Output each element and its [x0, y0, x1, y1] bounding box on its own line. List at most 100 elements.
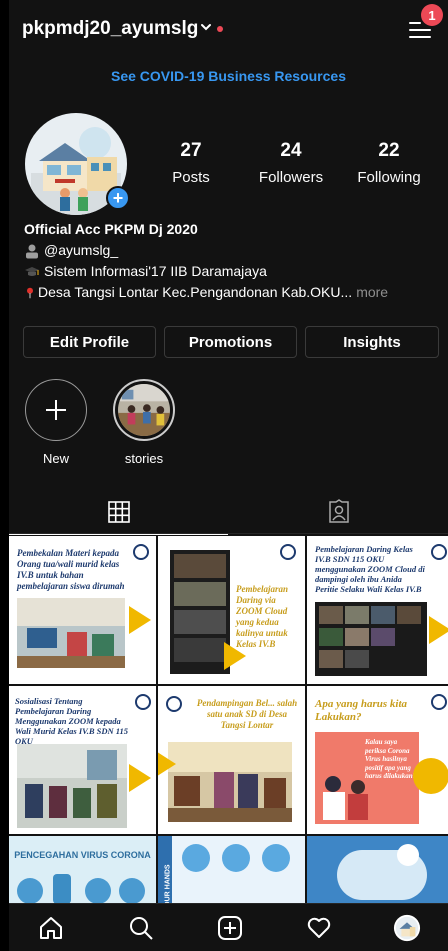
- bio-line-handle: @ayumslg_: [24, 240, 388, 261]
- school-logo-icon: [166, 696, 182, 712]
- bottom-navigation: [9, 903, 448, 951]
- highlight-label-new: New: [42, 451, 69, 466]
- hand-wash-icon: [17, 878, 43, 904]
- home-icon: [40, 917, 62, 939]
- virus-icon: [119, 878, 145, 904]
- play-arrow-decoration: [158, 750, 176, 778]
- post-thumbnail[interactable]: Pembelajaran Daring via ZOOM Cloud yang …: [158, 536, 305, 684]
- following-label: Following: [357, 169, 421, 186]
- edit-profile-button[interactable]: Edit Profile: [23, 326, 156, 358]
- nav-activity[interactable]: [305, 914, 333, 942]
- promotions-button[interactable]: Promotions: [164, 326, 297, 358]
- covid-resources-link[interactable]: See COVID-19 Business Resources: [9, 68, 448, 84]
- zoom-call-screenshot: [170, 550, 230, 674]
- followers-label: Followers: [258, 169, 324, 186]
- posts-stat[interactable]: 27 Posts: [159, 140, 223, 186]
- post-photo: [17, 744, 127, 828]
- post-caption: Sosialisasi Tentang Pembelajaran Daring …: [15, 696, 129, 746]
- post-thumbnail[interactable]: Pembekalan Materi kepada Orang tua/wali …: [9, 536, 156, 684]
- profile-avatar-icon: [393, 914, 421, 942]
- bio-more-link[interactable]: more: [356, 282, 388, 303]
- sanitizer-icon: [53, 874, 71, 904]
- bio-handle: @ayumslg_: [44, 242, 119, 258]
- chevron-down-icon[interactable]: [199, 20, 213, 34]
- plus-icon: [46, 400, 66, 420]
- posts-label: Posts: [172, 169, 210, 186]
- hand-wash-icon: [222, 844, 250, 872]
- bio-education: Sistem Informasi'17 IIB Daramajaya: [44, 263, 267, 279]
- bio-location: Desa Tangsi Lontar Kec.Pengandonan Kab.O…: [38, 284, 353, 300]
- unread-dot: [217, 26, 223, 32]
- graduation-cap-icon: [25, 266, 39, 276]
- following-count: 22: [378, 140, 400, 161]
- highlight-label-stories: stories: [124, 451, 164, 466]
- play-arrow-decoration: [129, 606, 151, 634]
- stories-thumbnail: [118, 384, 170, 436]
- nav-profile[interactable]: [393, 914, 421, 942]
- heart-icon: [307, 917, 331, 938]
- post-photo: [17, 598, 125, 668]
- followers-count: 24: [280, 140, 302, 161]
- nav-search[interactable]: [127, 914, 155, 942]
- highlight-new[interactable]: New: [23, 379, 89, 466]
- tab-grid[interactable]: [9, 490, 228, 535]
- post-subtext: Kalau saya periksa Corona Virus hasilnya…: [365, 738, 417, 780]
- profile-bio: Official Acc PKPM Dj 2020 @ayumslg_ Sist…: [24, 219, 388, 303]
- pin-icon: [27, 287, 33, 298]
- nav-create[interactable]: [216, 914, 244, 942]
- search-icon: [130, 917, 153, 940]
- tab-tagged[interactable]: [229, 490, 448, 534]
- bio-line-location: Desa Tangsi Lontar Kec.Pengandonan Kab.O…: [24, 282, 388, 303]
- followers-stat[interactable]: 24 Followers: [249, 140, 333, 186]
- hand-wash-icon: [182, 844, 210, 872]
- post-illustration: Kalau saya periksa Corona Virus hasilnya…: [315, 732, 419, 824]
- active-tab-indicator: [9, 534, 228, 535]
- post-caption: Apa yang harus kita Lakukan?: [315, 698, 407, 723]
- profile-tabs: [9, 490, 448, 535]
- hamburger-line: [409, 29, 431, 31]
- post-photo: [168, 742, 292, 822]
- school-logo-icon: [133, 544, 149, 560]
- play-arrow-decoration: [429, 616, 448, 644]
- profile-name: Official Acc PKPM Dj 2020: [24, 221, 198, 237]
- posts-count: 27: [180, 140, 202, 161]
- instagram-profile-screen: pkpmdj20_ayumslg 1 See COVID-19 Business…: [9, 0, 448, 951]
- add-story-plus-icon[interactable]: +: [106, 186, 130, 210]
- account-username[interactable]: pkpmdj20_ayumslg: [22, 18, 198, 40]
- mask-icon: [85, 878, 111, 904]
- post-caption: Pembelajaran Daring Kelas IV.B SDN 115 O…: [315, 544, 425, 594]
- zoom-call-screenshot: [315, 602, 427, 676]
- post-caption: Pendampingan Bel... salah satu anak SD d…: [196, 698, 298, 730]
- post-caption: Pembelajaran Daring via ZOOM Cloud yang …: [236, 584, 288, 649]
- school-logo-icon: [431, 544, 447, 560]
- school-logo-icon: [135, 694, 151, 710]
- post-thumbnail[interactable]: Apa yang harus kita Lakukan? Kalau saya …: [307, 686, 448, 834]
- school-logo-icon: [431, 694, 447, 710]
- top-bar: pkpmdj20_ayumslg 1: [9, 0, 448, 56]
- school-logo-icon: [280, 544, 296, 560]
- add-post-icon: [218, 916, 242, 940]
- grid-icon: [107, 501, 130, 523]
- nav-home[interactable]: [37, 914, 65, 942]
- post-thumbnail[interactable]: Sosialisasi Tentang Pembelajaran Daring …: [9, 686, 156, 834]
- new-highlight-circle: [25, 379, 87, 441]
- post-thumbnail[interactable]: Pembelajaran Daring Kelas IV.B SDN 115 O…: [307, 536, 448, 684]
- hazmat-figure-icon: [397, 844, 419, 866]
- following-stat[interactable]: 22 Following: [349, 140, 429, 186]
- hamburger-icon: [409, 22, 421, 24]
- hand-wash-icon: [262, 844, 290, 872]
- post-thumbnail[interactable]: Pendampingan Bel... salah satu anak SD d…: [158, 686, 305, 834]
- insights-button[interactable]: Insights: [305, 326, 439, 358]
- tagged-person-icon: [328, 499, 349, 523]
- stories-highlight-circle: [113, 379, 175, 441]
- bio-line-education: Sistem Informasi'17 IIB Daramajaya: [24, 261, 388, 282]
- play-arrow-decoration: [129, 764, 151, 792]
- person-icon: [26, 244, 38, 258]
- play-arrow-decoration: [224, 642, 246, 670]
- post-caption: Pembekalan Materi kepada Orang tua/wali …: [17, 548, 125, 591]
- hamburger-line: [409, 36, 431, 38]
- highlight-stories[interactable]: stories: [111, 379, 177, 466]
- yellow-circle-decoration: [413, 758, 448, 794]
- notification-badge: 1: [421, 4, 443, 26]
- post-caption: PENCEGAHAN VIRUS CORONA: [14, 850, 151, 860]
